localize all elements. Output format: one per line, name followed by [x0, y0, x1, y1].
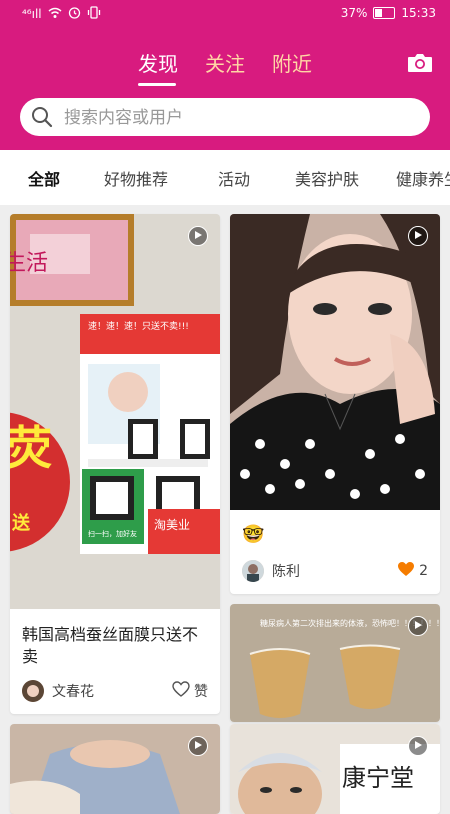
feed-card[interactable]: 糖尿病人第二次排出来的体液，恐怖吧！！！！！！: [230, 604, 440, 722]
poster-sign-text: 淘美业: [154, 518, 190, 532]
poster-step-text: 扫一扫，加好友: [88, 529, 137, 538]
feed-card[interactable]: [10, 724, 220, 814]
video-play-icon: [408, 736, 428, 756]
like-label: 赞: [194, 684, 208, 700]
tab-following[interactable]: 关注: [205, 48, 245, 77]
category-activity[interactable]: 活动: [218, 166, 250, 190]
search-icon: [30, 105, 54, 129]
post-author[interactable]: 文春花: [22, 680, 94, 702]
tab-nearby[interactable]: 附近: [272, 48, 312, 77]
post-image: [10, 724, 220, 814]
feed-card[interactable]: 康宁堂: [230, 724, 440, 814]
sign-text: 康宁堂: [342, 764, 414, 792]
author-name: 陈利: [272, 564, 300, 580]
like-button[interactable]: 2: [397, 561, 428, 581]
post-image: 康宁堂: [230, 724, 440, 814]
wifi-icon: [48, 7, 62, 22]
post-title: 韩国高档蚕丝面膜只送不卖: [22, 625, 199, 666]
feed-tabs: 发现 关注 附近: [0, 48, 450, 88]
camera-icon[interactable]: [406, 50, 434, 76]
like-count: 2: [419, 563, 428, 579]
poster-red-small-text: 送: [11, 512, 31, 534]
like-button[interactable]: 赞: [172, 681, 208, 701]
post-author[interactable]: 陈利: [242, 560, 300, 582]
clock-time: 15:33: [401, 6, 436, 20]
status-bar: ⁴⁶ıll 37% 15:33: [0, 0, 450, 28]
top-header: ⁴⁶ıll 37% 15:33 发现 关注 附近: [0, 0, 450, 150]
author-name: 文春花: [52, 684, 94, 700]
poster-top-text: 生活: [10, 251, 48, 276]
avatar: [22, 680, 44, 702]
category-bar: 全部 好物推荐 活动 美容护肤 健康养生: [0, 150, 450, 205]
battery-icon: [373, 7, 396, 19]
heart-outline-icon: [172, 681, 190, 701]
alarm-icon: [68, 6, 81, 22]
video-play-icon: [188, 226, 208, 246]
feed-card[interactable]: 🤓 陈利 2: [230, 214, 440, 594]
post-image: [230, 214, 440, 510]
vibrate-icon: [87, 6, 101, 22]
category-health[interactable]: 健康养生: [396, 166, 450, 190]
active-tab-indicator: [138, 83, 176, 86]
avatar: [242, 560, 264, 582]
video-play-icon: [408, 226, 428, 246]
poster-red-big-text: 荧: [10, 421, 52, 475]
category-beauty[interactable]: 美容护肤: [295, 166, 359, 190]
post-image: 生活 速！速！速！只送不卖!!! 淘美业 扫一扫，加好友 荧 送: [10, 214, 220, 609]
tab-discover[interactable]: 发现: [138, 48, 178, 77]
category-all[interactable]: 全部: [28, 166, 60, 190]
category-recommended[interactable]: 好物推荐: [104, 166, 168, 190]
feed-card[interactable]: 生活 速！速！速！只送不卖!!! 淘美业 扫一扫，加好友 荧 送 韩国高档蚕丝面…: [10, 214, 220, 714]
video-play-icon: [188, 736, 208, 756]
post-title: 🤓: [242, 524, 265, 545]
search-bar[interactable]: [20, 98, 430, 138]
signal-icon: ⁴⁶ıll: [22, 7, 42, 21]
battery-level: [375, 9, 383, 17]
search-input[interactable]: [62, 98, 416, 138]
poster-header-text: 速！速！速！只送不卖!!!: [88, 320, 189, 332]
video-play-icon: [408, 616, 428, 636]
battery-percent: 37%: [340, 6, 368, 20]
heart-filled-icon: [397, 561, 415, 581]
